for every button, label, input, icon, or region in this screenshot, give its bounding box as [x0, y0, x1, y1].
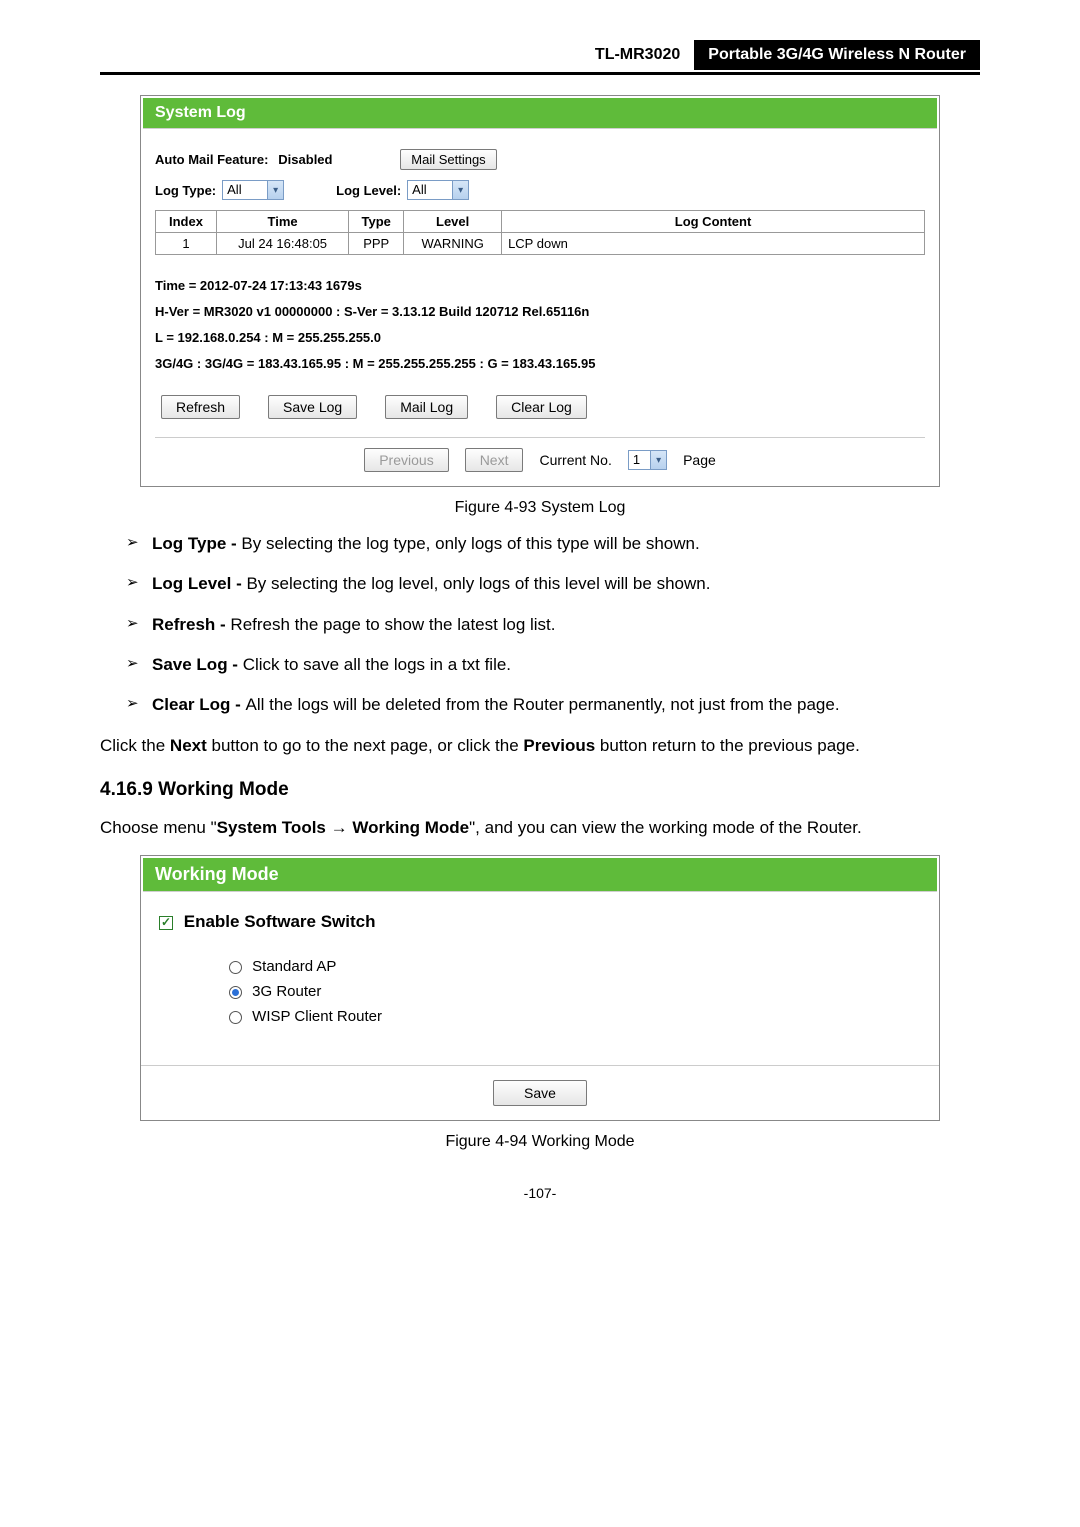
menu-working-mode: Working Mode — [352, 818, 469, 837]
radio-label: 3G Router — [252, 983, 321, 1000]
info-lm: L = 192.168.0.254 : M = 255.255.255.0 — [155, 325, 925, 351]
clear-log-button[interactable]: Clear Log — [496, 395, 587, 419]
section-heading: 4.16.9 Working Mode — [100, 779, 980, 801]
desc-log-type: By selecting the log type, only logs of … — [241, 534, 699, 553]
working-mode-intro: Choose menu "System Tools → Working Mode… — [100, 815, 980, 841]
radio-option-3g-router[interactable]: 3G Router — [229, 983, 921, 1000]
mail-log-button[interactable]: Mail Log — [385, 395, 468, 419]
text: button return to the previous page. — [595, 736, 860, 755]
th-level: Level — [404, 211, 502, 233]
text: Choose menu " — [100, 818, 217, 837]
text: button to go to the next page, or click … — [207, 736, 524, 755]
cell-type: PPP — [349, 233, 404, 255]
radio-icon — [229, 986, 242, 999]
cell-time: Jul 24 16:48:05 — [216, 233, 348, 255]
text: Click the — [100, 736, 170, 755]
description-list: Log Type - By selecting the log type, on… — [100, 531, 980, 719]
nav-paragraph: Click the Next button to go to the next … — [100, 733, 980, 759]
mail-settings-button[interactable]: Mail Settings — [400, 149, 496, 170]
list-item: Save Log - Click to save all the logs in… — [126, 652, 980, 678]
log-table: Index Time Type Level Log Content 1 Jul … — [155, 210, 925, 255]
desc-clear-log: All the logs will be deleted from the Ro… — [246, 695, 840, 714]
doc-title: Portable 3G/4G Wireless N Router — [694, 40, 980, 70]
chevron-down-icon: ▾ — [452, 181, 468, 199]
radio-option-wisp[interactable]: WISP Client Router — [229, 1008, 921, 1025]
enable-software-switch-checkbox[interactable] — [159, 916, 173, 930]
info-hver: H-Ver = MR3020 v1 00000000 : S-Ver = 3.1… — [155, 299, 925, 325]
th-index: Index — [156, 211, 217, 233]
table-row: 1 Jul 24 16:48:05 PPP WARNING LCP down — [156, 233, 925, 255]
auto-mail-label: Auto Mail Feature: — [155, 152, 268, 167]
list-item: Refresh - Refresh the page to show the l… — [126, 612, 980, 638]
desc-save-log: Click to save all the logs in a txt file… — [243, 655, 511, 674]
info-3g4g: 3G/4G : 3G/4G = 183.43.165.95 : M = 255.… — [155, 351, 925, 377]
cell-index: 1 — [156, 233, 217, 255]
cell-content: LCP down — [502, 233, 925, 255]
auto-mail-value: Disabled — [278, 152, 332, 167]
panel-title-working-mode: Working Mode — [143, 858, 937, 892]
enable-software-switch-label: Enable Software Switch — [184, 912, 376, 931]
doc-header: TL-MR3020 Portable 3G/4G Wireless N Rout… — [100, 40, 980, 75]
log-type-value: All — [223, 181, 267, 199]
desc-refresh: Refresh the page to show the latest log … — [230, 615, 555, 634]
next-ref: Next — [170, 736, 207, 755]
log-type-label: Log Type: — [155, 183, 216, 198]
radio-icon — [229, 1011, 242, 1024]
save-button[interactable]: Save — [493, 1080, 587, 1106]
model-label: TL-MR3020 — [581, 40, 694, 70]
chevron-down-icon: ▾ — [650, 451, 666, 469]
desc-log-level: By selecting the log level, only logs of… — [246, 574, 710, 593]
term-clear-log: Clear Log - — [152, 695, 246, 714]
th-time: Time — [216, 211, 348, 233]
figure-working-mode: Working Mode Enable Software Switch Stan… — [140, 855, 940, 1121]
log-type-select[interactable]: All ▾ — [222, 180, 284, 200]
term-log-type: Log Type - — [152, 534, 241, 553]
log-level-value: All — [408, 181, 452, 199]
list-item: Log Level - By selecting the log level, … — [126, 571, 980, 597]
term-refresh: Refresh - — [152, 615, 230, 634]
menu-system-tools: System Tools — [217, 818, 326, 837]
radio-label: Standard AP — [252, 958, 336, 975]
page-label: Page — [683, 452, 716, 468]
info-time: Time = 2012-07-24 17:13:43 1679s — [155, 273, 925, 299]
th-content: Log Content — [502, 211, 925, 233]
arrow-icon: → — [326, 818, 352, 837]
cell-level: WARNING — [404, 233, 502, 255]
list-item: Log Type - By selecting the log type, on… — [126, 531, 980, 557]
radio-icon — [229, 961, 242, 974]
previous-button[interactable]: Previous — [364, 448, 448, 472]
current-page-select[interactable]: 1 ▾ — [628, 450, 667, 470]
current-no-value: 1 — [629, 451, 650, 469]
text: ", and you can view the working mode of … — [469, 818, 862, 837]
table-header-row: Index Time Type Level Log Content — [156, 211, 925, 233]
log-level-label: Log Level: — [336, 183, 401, 198]
radio-label: WISP Client Router — [252, 1008, 382, 1025]
radio-option-standard-ap[interactable]: Standard AP — [229, 958, 921, 975]
log-level-select[interactable]: All ▾ — [407, 180, 469, 200]
refresh-button[interactable]: Refresh — [161, 395, 240, 419]
term-log-level: Log Level - — [152, 574, 246, 593]
previous-ref: Previous — [523, 736, 595, 755]
page-number: -107- — [100, 1185, 980, 1201]
list-item: Clear Log - All the logs will be deleted… — [126, 692, 980, 718]
panel-title-system-log: System Log — [143, 98, 937, 129]
figure-system-log: System Log Auto Mail Feature: Disabled M… — [140, 95, 940, 487]
next-button[interactable]: Next — [465, 448, 524, 472]
save-log-button[interactable]: Save Log — [268, 395, 357, 419]
chevron-down-icon: ▾ — [267, 181, 283, 199]
th-type: Type — [349, 211, 404, 233]
figure-caption-93: Figure 4-93 System Log — [100, 499, 980, 517]
current-no-label: Current No. — [539, 452, 611, 468]
figure-caption-94: Figure 4-94 Working Mode — [100, 1133, 980, 1151]
term-save-log: Save Log - — [152, 655, 243, 674]
